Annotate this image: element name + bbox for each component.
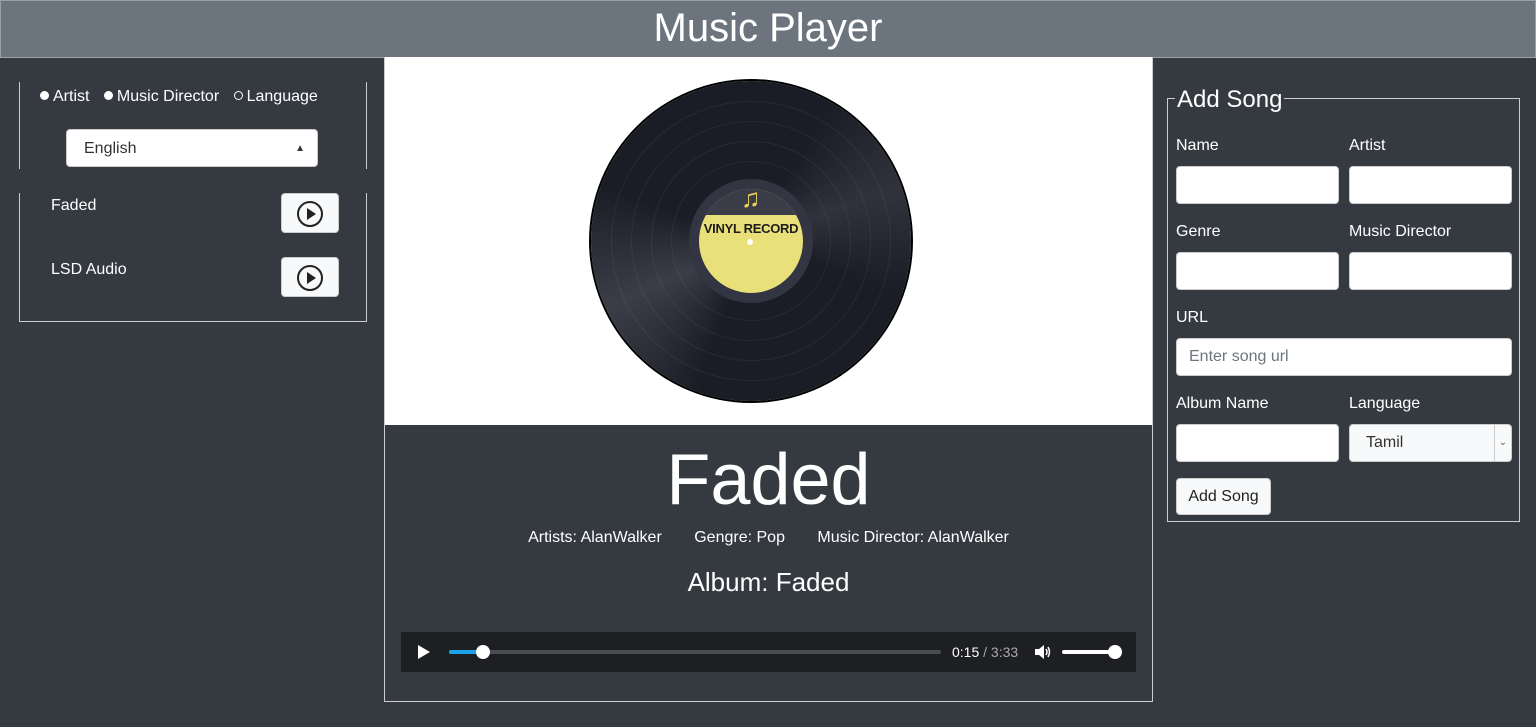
album-name-input[interactable] [1176, 424, 1339, 462]
music-director-input[interactable] [1349, 252, 1512, 290]
seek-bar[interactable] [449, 645, 941, 659]
song-item-name: Faded [51, 197, 97, 214]
vinyl-record-image: ♫ VINYL RECORD [591, 81, 911, 401]
language-select[interactable]: Tamil ⌄ [1349, 424, 1512, 462]
song-genre: Gengre: Pop [694, 529, 785, 546]
play-song-button[interactable] [281, 257, 339, 297]
filter-panel: Artist Music Director Language English ▲ [19, 82, 367, 169]
song-music-director: Music Director: AlanWalker [817, 529, 1009, 546]
volume-icon[interactable] [1034, 644, 1052, 660]
audio-player: 0:15 / 3:33 [401, 632, 1136, 672]
form-legend: Add Song [1175, 86, 1285, 114]
name-input[interactable] [1176, 166, 1339, 204]
play-circle-icon [297, 265, 323, 291]
song-artists: Artists: AlanWalker [528, 529, 662, 546]
song-meta: Artists: AlanWalker Gengre: Pop Music Di… [385, 529, 1152, 547]
url-input[interactable]: Enter song url [1176, 338, 1512, 376]
music-note-icon: ♫ [741, 189, 761, 213]
radio-language-label: Language [246, 88, 318, 105]
song-item-name: LSD Audio [51, 261, 127, 278]
app-header: Music Player [0, 0, 1536, 58]
record-label: ♫ VINYL RECORD [689, 179, 813, 303]
music-director-label: Music Director [1349, 223, 1452, 240]
duration: / 3:33 [983, 644, 1019, 660]
radio-language-dot[interactable] [233, 91, 243, 100]
app-title: Music Player [653, 6, 883, 50]
language-label: Language [1349, 395, 1421, 412]
record-label-title: VINYL RECORD [703, 221, 799, 236]
time-display: 0:15 / 3:33 [952, 644, 1018, 660]
volume-thumb[interactable] [1108, 645, 1122, 659]
seek-thumb[interactable] [476, 645, 491, 659]
play-circle-icon [297, 201, 323, 227]
language-filter-value: English [84, 140, 137, 157]
now-playing-panel: ♫ VINYL RECORD Faded Artists: AlanWalker… [384, 57, 1153, 702]
radio-artist-dot[interactable] [40, 91, 49, 100]
radio-artist-label: Artist [53, 88, 90, 105]
current-time: 0:15 [952, 644, 980, 660]
radio-music-director-dot[interactable] [103, 91, 113, 100]
radio-language[interactable]: Language [233, 88, 318, 106]
filter-radio-group: Artist Music Director Language [40, 88, 328, 106]
language-select-value: Tamil [1366, 434, 1404, 451]
language-filter-select[interactable]: English ▲ [66, 129, 318, 167]
chevron-down-icon: ⌄ [1494, 425, 1511, 461]
add-song-button[interactable]: Add Song [1176, 478, 1271, 515]
genre-label: Genre [1176, 223, 1221, 240]
play-icon[interactable] [418, 645, 430, 659]
artist-input[interactable] [1349, 166, 1512, 204]
artist-label: Artist [1349, 137, 1386, 154]
song-list: Faded LSD Audio [19, 193, 367, 322]
album-name-label: Album Name [1176, 395, 1269, 412]
now-playing-title: Faded [666, 440, 871, 520]
song-album: Album: Faded [687, 567, 850, 597]
url-placeholder: Enter song url [1189, 348, 1289, 365]
radio-artist[interactable]: Artist [40, 88, 89, 106]
album-art: ♫ VINYL RECORD [385, 57, 1152, 425]
url-label: URL [1176, 309, 1209, 326]
play-song-button[interactable] [281, 193, 339, 233]
radio-music-director-label: Music Director [116, 88, 220, 105]
select-caret-icon: ▲ [295, 143, 305, 154]
genre-input[interactable] [1176, 252, 1339, 290]
name-label: Name [1176, 137, 1219, 154]
radio-music-director[interactable]: Music Director [103, 88, 220, 106]
